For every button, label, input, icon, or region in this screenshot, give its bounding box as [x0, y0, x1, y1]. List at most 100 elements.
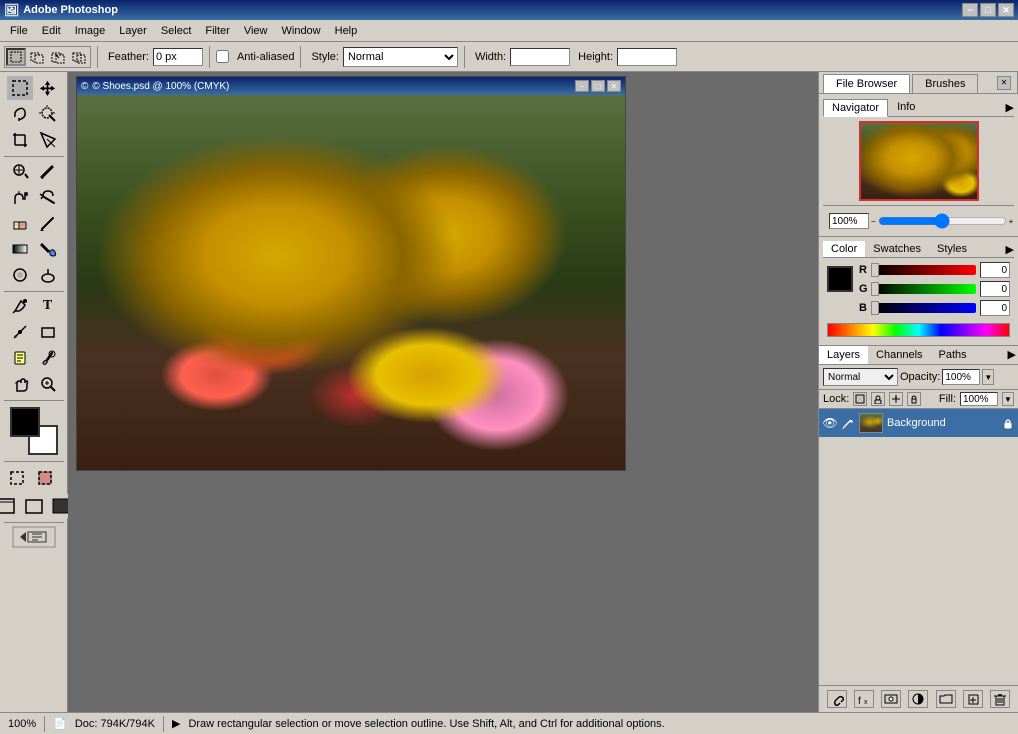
menu-layer[interactable]: Layer [113, 23, 153, 39]
menu-image[interactable]: Image [69, 23, 112, 39]
panel-close-btn[interactable]: ✕ [997, 76, 1011, 90]
opacity-input[interactable] [942, 369, 980, 385]
lock-image-btn[interactable] [871, 392, 885, 406]
healing-brush-btn[interactable] [7, 159, 33, 183]
lasso-tool-btn[interactable] [7, 102, 33, 126]
marquee-intersect-btn[interactable] [69, 48, 89, 66]
marquee-tool-btn[interactable] [7, 76, 33, 100]
g-value-input[interactable] [980, 281, 1010, 297]
fg-bg-color-swatch[interactable] [10, 407, 58, 455]
navigator-menu-btn[interactable]: ▶ [1006, 101, 1014, 114]
anti-aliased-checkbox[interactable] [216, 50, 229, 63]
add-mask-btn[interactable] [881, 690, 901, 708]
color-tab[interactable]: Color [823, 241, 865, 257]
menu-help[interactable]: Help [329, 23, 364, 39]
imageready-btn[interactable] [6, 525, 62, 549]
color-swatch[interactable] [827, 266, 853, 292]
new-group-btn[interactable] [936, 690, 956, 708]
pencil-btn[interactable] [35, 211, 61, 235]
menu-select[interactable]: Select [155, 23, 198, 39]
layers-tab[interactable]: Layers [819, 346, 868, 364]
menu-window[interactable]: Window [276, 23, 327, 39]
dodge-btn[interactable] [35, 263, 61, 287]
quick-mask-btn[interactable] [35, 466, 61, 490]
text-btn[interactable]: T [35, 294, 61, 318]
new-layer-btn[interactable] [963, 690, 983, 708]
paint-bucket-btn[interactable] [35, 237, 61, 261]
delete-layer-btn[interactable] [990, 690, 1010, 708]
pen-btn[interactable] [7, 294, 33, 318]
hand-btn[interactable] [7, 372, 33, 396]
lock-all-btn[interactable] [907, 392, 921, 406]
clone-stamp-btn[interactable] [7, 185, 33, 209]
r-slider-track[interactable] [875, 265, 976, 275]
magic-wand-btn[interactable] [35, 102, 61, 126]
maximize-button[interactable]: □ [980, 3, 996, 17]
standard-mode-btn[interactable] [7, 466, 33, 490]
marquee-subtract-btn[interactable] [48, 48, 68, 66]
g-slider-thumb[interactable] [871, 282, 879, 296]
add-style-btn[interactable]: f x [854, 690, 874, 708]
lock-transparent-btn[interactable] [853, 392, 867, 406]
navigator-tab[interactable]: Navigator [823, 99, 888, 117]
g-slider-track[interactable] [875, 284, 976, 294]
navigator-zoom-slider[interactable] [878, 217, 1007, 225]
menu-file[interactable]: File [4, 23, 34, 39]
doc-restore-btn[interactable]: □ [591, 80, 605, 92]
swatches-tab[interactable]: Swatches [865, 241, 929, 257]
foreground-color[interactable] [10, 407, 40, 437]
opacity-arrow-btn[interactable]: ▼ [982, 369, 994, 385]
doc-minimize-btn[interactable]: − [575, 80, 589, 92]
marquee-rect-btn[interactable] [6, 48, 26, 66]
channels-tab[interactable]: Channels [868, 346, 930, 364]
path-select-btn[interactable] [7, 320, 33, 344]
paths-tab[interactable]: Paths [931, 346, 975, 364]
styles-tab[interactable]: Styles [929, 241, 975, 257]
slice-tool-btn[interactable] [35, 128, 61, 152]
b-value-input[interactable] [980, 300, 1010, 316]
b-slider-thumb[interactable] [871, 301, 879, 315]
full-screen-menu-btn[interactable] [21, 494, 47, 518]
feather-input[interactable] [153, 48, 203, 66]
color-spectrum[interactable] [827, 323, 1010, 337]
fill-arrow-btn[interactable]: ▼ [1002, 392, 1014, 406]
standard-screen-btn[interactable] [0, 494, 19, 518]
color-menu-btn[interactable]: ▶ [1006, 243, 1014, 256]
minimize-button[interactable]: − [962, 3, 978, 17]
menu-edit[interactable]: Edit [36, 23, 67, 39]
fill-input[interactable] [960, 392, 998, 406]
info-tab[interactable]: Info [888, 98, 924, 116]
style-select[interactable]: Normal Fixed Aspect Ratio Fixed Size [343, 47, 458, 67]
adjustment-layer-btn[interactable] [908, 690, 928, 708]
width-input[interactable] [510, 48, 570, 66]
menu-view[interactable]: View [238, 23, 274, 39]
brush-tool-btn[interactable] [35, 159, 61, 183]
gradient-btn[interactable] [7, 237, 33, 261]
link-layers-btn[interactable] [827, 690, 847, 708]
lock-position-btn[interactable] [889, 392, 903, 406]
r-value-input[interactable] [980, 262, 1010, 278]
doc-close-btn[interactable]: ✕ [607, 80, 621, 92]
move-tool-btn[interactable] [35, 76, 61, 100]
b-slider-track[interactable] [875, 303, 976, 313]
brushes-tab[interactable]: Brushes [912, 74, 978, 93]
blur-btn[interactable] [7, 263, 33, 287]
layer-visibility-btn[interactable]: 👁 [823, 416, 837, 430]
notes-btn[interactable] [7, 346, 33, 370]
history-brush-btn[interactable] [35, 185, 61, 209]
eraser-btn[interactable] [7, 211, 33, 235]
navigator-zoom-input[interactable] [829, 213, 869, 229]
eyedropper-btn[interactable] [35, 346, 61, 370]
crop-tool-btn[interactable] [7, 128, 33, 152]
height-input[interactable] [617, 48, 677, 66]
file-browser-tab[interactable]: File Browser [823, 74, 910, 93]
document-canvas[interactable] [77, 95, 625, 470]
layers-menu-btn[interactable]: ▶ [1006, 346, 1018, 364]
zoom-btn[interactable] [35, 372, 61, 396]
shape-btn[interactable] [35, 320, 61, 344]
menu-filter[interactable]: Filter [199, 23, 235, 39]
r-slider-thumb[interactable] [871, 263, 879, 277]
layer-item-background[interactable]: 👁 Background [819, 409, 1018, 437]
layer-edit-btn[interactable] [841, 416, 855, 430]
marquee-add-btn[interactable] [27, 48, 47, 66]
